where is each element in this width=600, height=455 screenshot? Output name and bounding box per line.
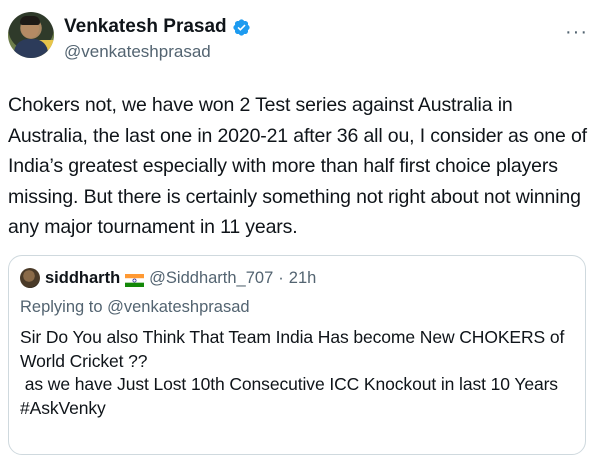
quoted-tweet-text: Sir Do You also Think That Team India Ha… (20, 327, 565, 418)
quoted-timestamp[interactable]: 21h (289, 268, 317, 288)
avatar-hair (20, 16, 40, 25)
tweet[interactable]: Venkatesh Prasad @venkateshprasad ··· Ch… (0, 0, 600, 455)
quoted-author-name[interactable]: siddharth (45, 268, 120, 288)
author-display-name[interactable]: Venkatesh Prasad (64, 17, 227, 37)
quoted-separator: · (278, 269, 284, 287)
quoted-tweet[interactable]: siddharth @Siddharth_707 · 21h Replying … (8, 255, 586, 455)
author-name-row: Venkatesh Prasad (64, 17, 251, 37)
avatar-body (14, 39, 48, 58)
quoted-replying-to: Replying to @venkateshprasad (20, 298, 250, 316)
quoted-tweet-header: siddharth @Siddharth_707 · 21h (20, 268, 316, 288)
tweet-text: Chokers not, we have won 2 Test series a… (8, 94, 593, 238)
author-avatar[interactable] (8, 12, 54, 58)
author-handle[interactable]: @venkateshprasad (64, 42, 211, 62)
quoted-author-avatar[interactable] (20, 268, 40, 288)
verified-badge-icon (232, 18, 251, 37)
quoted-author-handle[interactable]: @Siddharth_707 (149, 268, 273, 288)
india-flag-icon (125, 272, 145, 287)
more-horizontal-icon[interactable]: ··· (565, 22, 588, 42)
